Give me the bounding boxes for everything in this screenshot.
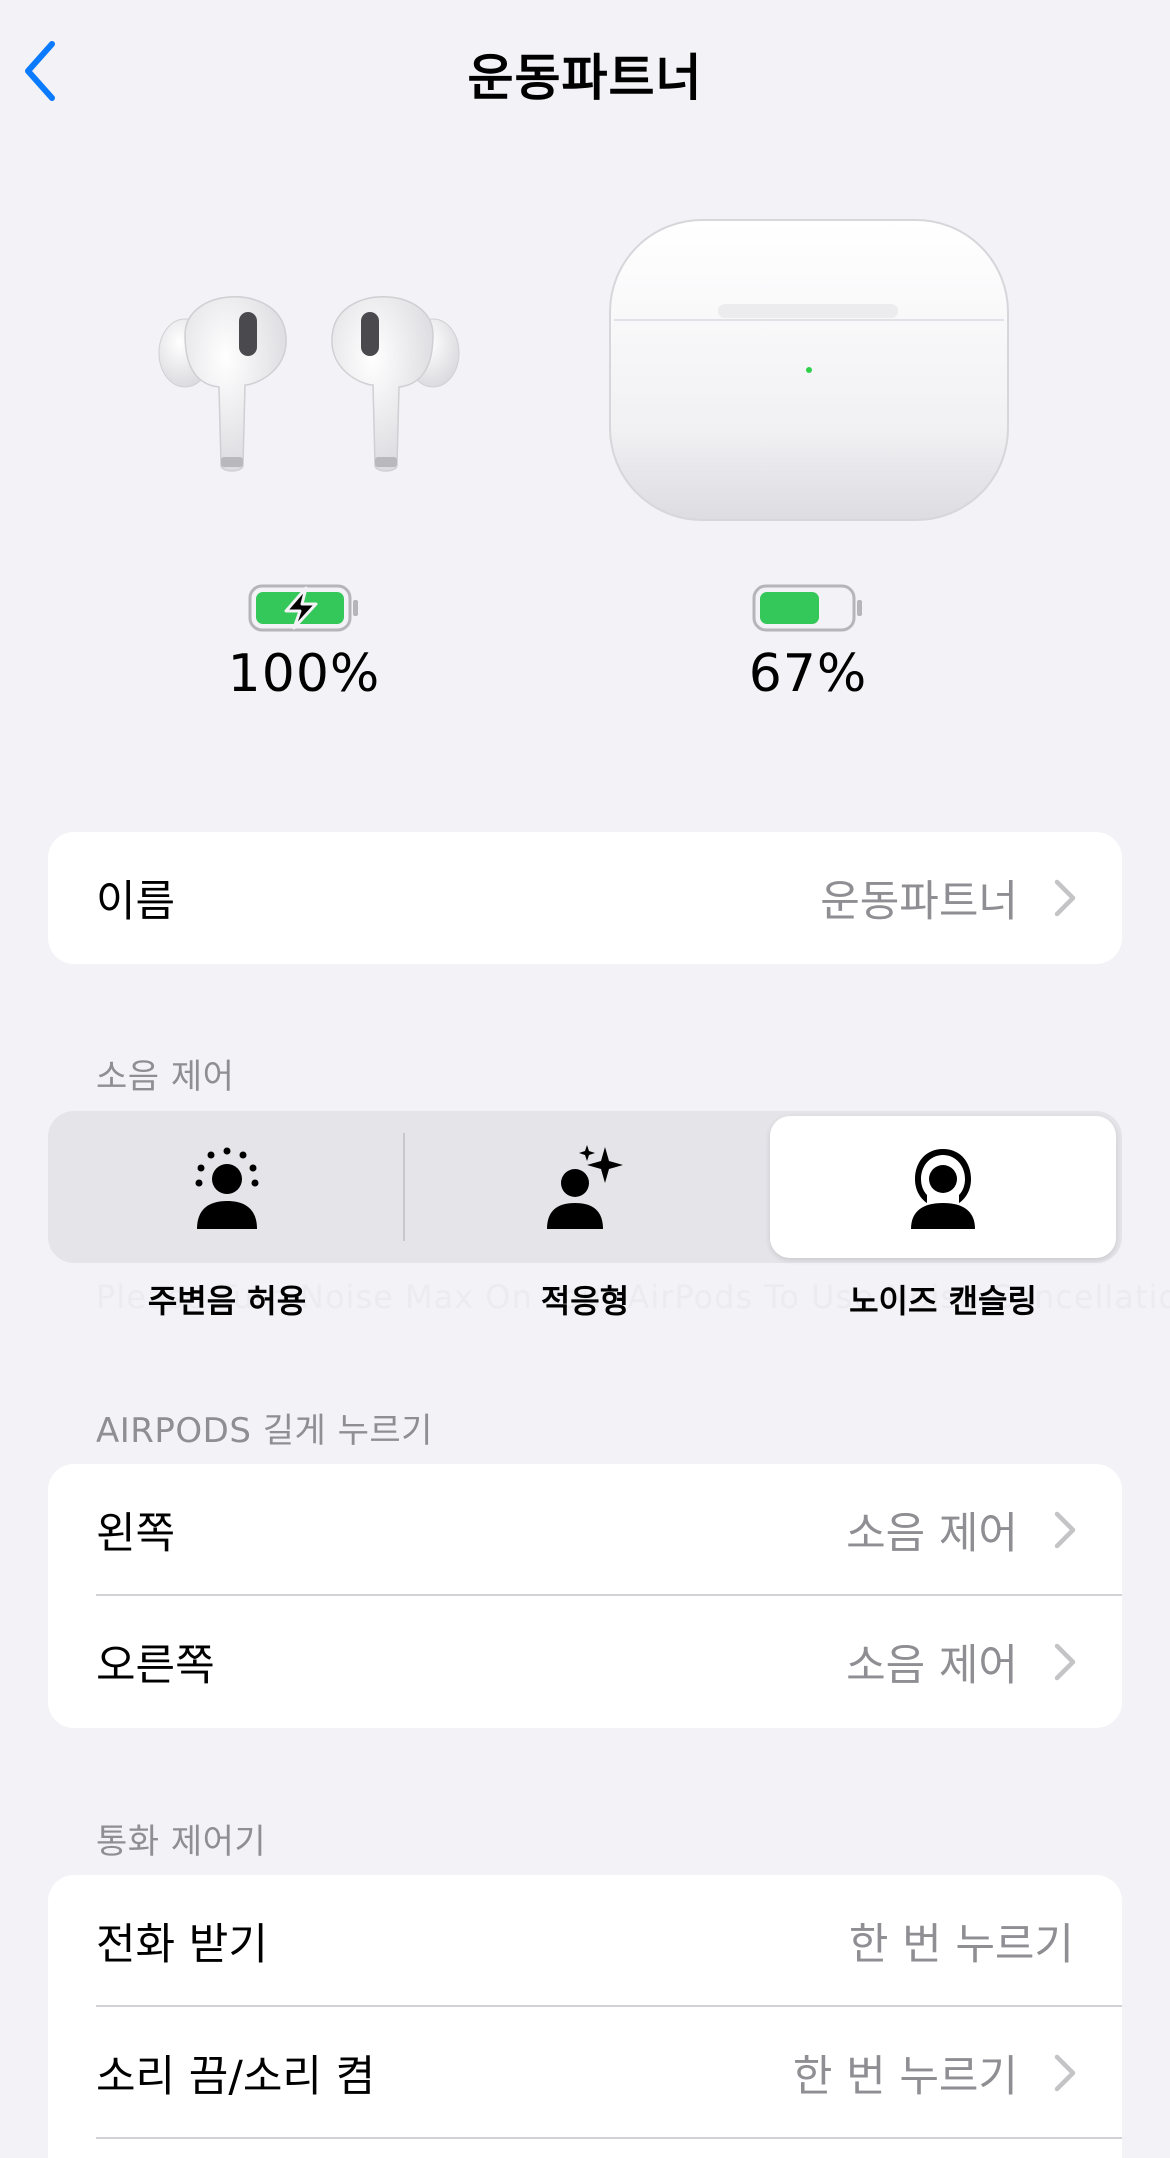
right-press-row[interactable]: 오른쪽 소음 제어 [48,1596,1122,1728]
right-value: 소음 제어 [846,1641,1018,1691]
call-controls-header: 통화 제어기 [96,1822,267,1862]
navigation-bar: 운동파트너 [0,0,1170,140]
answer-call-row[interactable]: 전화 받기 한 번 누르기 [48,1875,1122,2007]
row-separator [96,2137,1122,2139]
chevron-right-icon [1054,1511,1076,1549]
mute-unmute-value: 한 번 누르기 [792,2052,1018,2102]
page-title: 운동파트너 [467,49,703,107]
transparency-person-icon [195,1147,259,1229]
chevron-right-icon [1054,1643,1076,1681]
answer-call-value: 한 번 누르기 [848,1920,1074,1970]
noise-control-header: 소음 제어 [96,1057,235,1097]
segment-label-noise-cancellation: 노이즈 캔슬링 [849,1282,1037,1320]
battery-charging-icon [248,584,358,632]
charging-case-image [609,219,1009,521]
device-hero: 100% 67% [0,200,1170,720]
right-earbud-image [331,296,460,472]
press-hold-header: AIRPODS 길게 누르기 [96,1411,433,1451]
press-hold-card: 왼쪽 소음 제어 오른쪽 소음 제어 [48,1464,1122,1728]
earbuds-battery-percent: 100% [227,644,381,704]
noise-cancel-person-icon [911,1149,975,1229]
name-card: 이름 운동파트너 [48,832,1122,964]
name-row[interactable]: 이름 운동파트너 [48,832,1122,964]
left-value: 소음 제어 [846,1509,1018,1559]
airpods-settings-page: 운동파트너 100% 67% 이름 운동파트너 소음 제어 Please Tur… [0,0,1170,2158]
name-label: 이름 [96,877,176,927]
chevron-right-icon [1054,879,1076,917]
case-battery-percent: 67% [748,644,868,704]
segment-adaptive[interactable] [406,1111,764,1263]
segment-label-adaptive: 적응형 [540,1282,630,1320]
case-battery: 67% [658,584,958,704]
chevron-right-icon [1054,2054,1076,2092]
right-label: 오른쪽 [96,1641,215,1691]
segment-transparency[interactable] [48,1111,406,1263]
noise-control-segmented [48,1111,1122,1263]
battery-icon [752,584,862,632]
name-value: 운동파트너 [820,877,1018,927]
mute-unmute-row[interactable]: 소리 끔/소리 켬 한 번 누르기 [48,2007,1122,2139]
call-controls-card: 전화 받기 한 번 누르기 소리 끔/소리 켬 한 번 누르기 [48,1875,1122,2158]
left-label: 왼쪽 [96,1509,176,1559]
segment-label-transparency: 주변음 허용 [147,1282,307,1320]
segment-noise-cancellation[interactable] [764,1111,1122,1263]
earbuds-battery: 100% [154,584,454,704]
left-press-row[interactable]: 왼쪽 소음 제어 [48,1464,1122,1596]
adaptive-person-sparkle-icon [547,1145,623,1229]
left-earbud-image [158,296,287,472]
mute-unmute-label: 소리 끔/소리 켬 [96,2052,376,2102]
answer-call-label: 전화 받기 [96,1920,268,1970]
